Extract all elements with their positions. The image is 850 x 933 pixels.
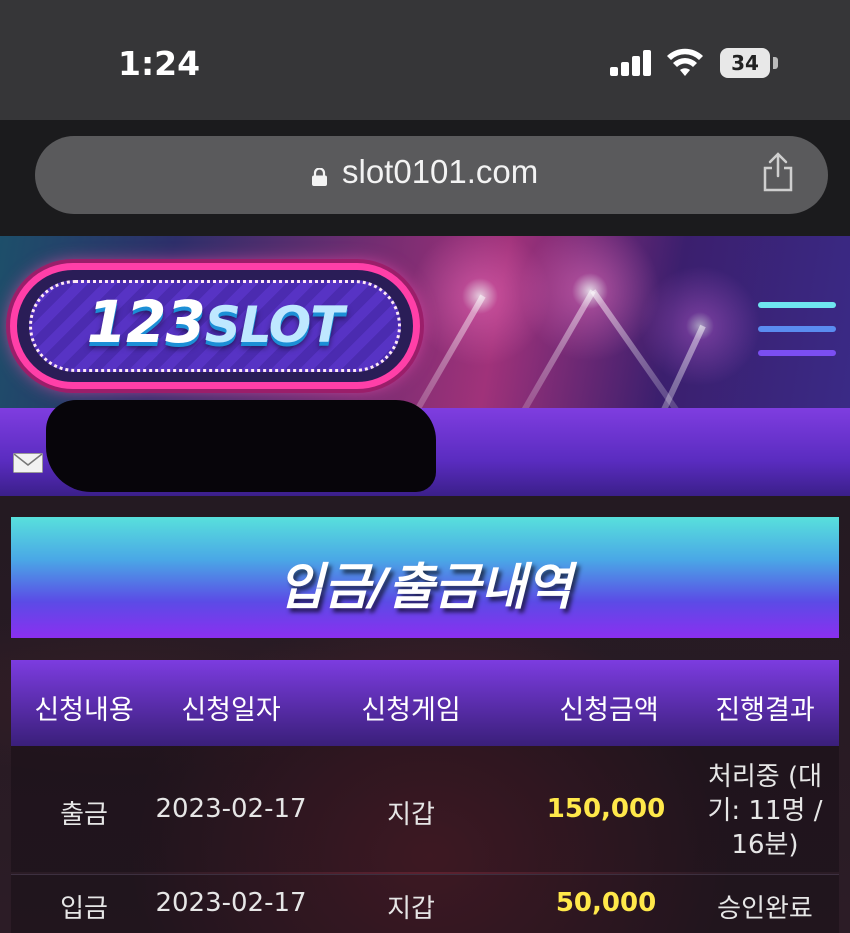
- signal-icon: [610, 50, 654, 76]
- table-row: 입금 2023-02-17 지갑 50,000 승인완료: [11, 874, 839, 933]
- row-game: 지갑: [387, 894, 435, 924]
- menu-icon[interactable]: [758, 302, 836, 360]
- row-result-line: 처리중 (대: [707, 762, 823, 792]
- row-date: 2023-02-17: [155, 888, 307, 918]
- url-text[interactable]: slot0101.com: [342, 153, 538, 191]
- logo-number: 123: [86, 288, 206, 356]
- status-time: 1:24: [118, 44, 201, 83]
- row-date: 2023-02-17: [155, 794, 307, 824]
- share-icon[interactable]: [760, 152, 796, 192]
- table-row: 출금 2023-02-17 지갑 150,000 처리중 (대 기: 11명 /…: [11, 746, 839, 872]
- battery-icon: 34: [720, 48, 770, 78]
- header-amount: 신청금액: [559, 695, 659, 726]
- row-type: 출금: [60, 800, 108, 830]
- page-title-box: 입금/출금내역: [11, 517, 839, 638]
- page-title: 입금/출금내역: [277, 558, 573, 616]
- row-result: 승인완료: [717, 894, 813, 924]
- redacted-username: [46, 400, 436, 492]
- row-type: 입금: [60, 894, 108, 924]
- lock-icon: [312, 168, 327, 186]
- header-type: 신청내용: [34, 695, 134, 726]
- row-game: 지갑: [387, 800, 435, 830]
- wifi-icon: [667, 48, 703, 76]
- header-result: 진행결과: [715, 695, 815, 726]
- site-logo[interactable]: 123SLOT: [10, 263, 420, 389]
- header-game: 신청게임: [361, 695, 461, 726]
- table-header: 신청내용 신청일자 신청게임 신청금액 진행결과: [11, 660, 839, 746]
- row-amount: 150,000: [546, 794, 666, 824]
- row-amount: 50,000: [555, 888, 657, 918]
- battery-tip: [773, 57, 778, 69]
- row-result-line: 기: 11명 /: [707, 796, 823, 826]
- row-result: 처리중 (대 기: 11명 / 16분): [691, 760, 839, 862]
- logo-word: SLOT: [204, 296, 345, 354]
- logo-text: 123SLOT: [17, 288, 413, 356]
- header-date: 신청일자: [181, 695, 281, 726]
- mail-icon[interactable]: [13, 453, 43, 473]
- row-result-line: 16분): [731, 830, 799, 860]
